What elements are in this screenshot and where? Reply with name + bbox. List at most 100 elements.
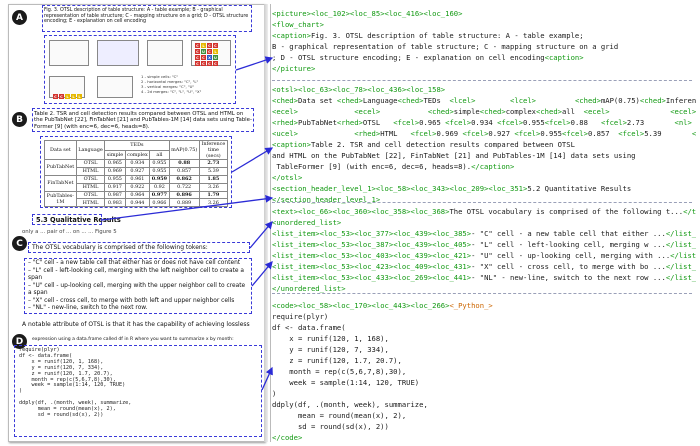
table-caption-box (32, 108, 254, 132)
figure-caption-box (42, 5, 252, 32)
table-cell: OTSL (75, 159, 106, 168)
figure-box: 1 - simple cells: "C" 2 - horizontal mer… (44, 35, 236, 104)
markup-line: <unordered_list> (272, 218, 342, 227)
markup-line: <text><loc_66><loc_360><loc_358><loc_368… (272, 207, 696, 216)
table-cell: 0.889 (168, 198, 200, 208)
notable-text: A notable attribute of OTSL is that it h… (22, 321, 250, 328)
otsl-token: C (53, 94, 58, 99)
otsl-token: L (77, 94, 82, 99)
table-header-cell: all (149, 149, 170, 160)
grid-cell: C (201, 61, 206, 66)
markup-code-block: <code><loc_58><loc_170><loc_443><loc_266… (272, 300, 696, 443)
grid-cell: U (213, 55, 218, 60)
table-cell: 0.955 (149, 166, 170, 176)
vocab-intro-box (28, 242, 250, 253)
grid-cell: U (201, 49, 206, 54)
markup-line: <flow_chart> (272, 20, 324, 29)
markup-line: <ched>Data set <ched>Language<ched>TEDs … (272, 96, 696, 105)
markup-line: y = runif(120, 7, 334), (272, 345, 389, 354)
markup-line: TableFormer [9] (with enc=6, dec=6, head… (272, 162, 515, 171)
markup-text-block: <text><loc_66><loc_360><loc_358><loc_368… (272, 206, 696, 294)
markup-otsl-block: <otsl><loc_63><loc_78><loc_436><loc_158>… (272, 84, 696, 205)
badge-c: C (12, 236, 27, 251)
table-cell: 0.917 (104, 182, 126, 192)
markup-line: <rhed>PubTabNet<rhed>OTSL <fcel>0.965 <f… (272, 118, 692, 127)
table-cell: PubTabNet (44, 159, 77, 176)
figure-panel-b (97, 40, 139, 66)
table-cell: 0.92 (149, 182, 170, 192)
grid-cell: C (195, 49, 200, 54)
grid-cell: C (195, 55, 200, 60)
table-cell: 2.73 (198, 159, 229, 168)
table-cell: 0.959 (149, 174, 170, 184)
table-cell: 0.961 (124, 174, 151, 184)
grid-cell: C (207, 49, 212, 54)
grid-cell: C (213, 43, 218, 48)
table-cell: 0.896 (168, 190, 200, 200)
table-header-cell: mAP(0.75) (168, 140, 200, 160)
grid-cell: L (201, 43, 206, 48)
table-cell: 0.955 (149, 159, 170, 168)
table-cell: 0.927 (124, 166, 151, 176)
markup-line: <caption>Fig. 3. OTSL description of tab… (272, 31, 588, 40)
markup-line: <list_item><loc_53><loc_433><loc_269><lo… (272, 273, 696, 282)
markup-line: </picture> (272, 64, 316, 73)
page-shadow (264, 4, 268, 442)
legend-line: 4 - 2d merges: "C", "L", "U", "X" (141, 89, 202, 94)
markup-line: <list_item><loc_53><loc_423><loc_409><lo… (272, 262, 696, 271)
cut-off-text: only a ... pair of ... on ... ... Figure… (22, 229, 117, 235)
table-cell: 0.862 (168, 174, 200, 184)
grid-cell: C (195, 61, 200, 66)
figure-legend: 1 - simple cells: "C" 2 - horizontal mer… (141, 74, 201, 94)
separator (272, 293, 692, 294)
markup-line: <ecel> <ecel> <ched>simple<ched>complex<… (272, 107, 696, 116)
table-cell: 0.722 (168, 182, 200, 192)
table-cell: OTSL (75, 174, 106, 184)
markup-line: <code><loc_58><loc_170><loc_443><loc_266… (272, 301, 493, 310)
table-cell: 0.977 (149, 190, 170, 200)
grid-cell: C (195, 43, 200, 48)
table-cell: HTML (75, 198, 106, 208)
separator (272, 202, 692, 203)
table-cell: 0.969 (104, 166, 126, 176)
table-cell: 0.983 (104, 198, 126, 208)
table-cell: 5.39 (198, 166, 229, 176)
markup-line: ) (272, 389, 277, 398)
list-item: – "X" cell - cross cell, to merge with b… (28, 297, 235, 304)
markup-line: week = sample(1:14, 120, TRUE) (272, 378, 420, 387)
markup-line: z = runif(120, 1.7, 20.7), (272, 356, 402, 365)
grid-cell: C (207, 43, 212, 48)
otsl-token: C (59, 94, 64, 99)
grid-cell: C (207, 61, 212, 66)
markup-line: <section_header_level_1><loc_58><loc_343… (272, 184, 632, 193)
markup-line: x = runif(120, 1, 168), (272, 334, 389, 343)
otsl-token: L (71, 94, 76, 99)
table-cell: 0.944 (124, 198, 151, 208)
markup-line: </otsl> (272, 173, 303, 182)
markup-line: mean = round(mean(x), 2), (272, 411, 407, 420)
code-block: require(plyr) df <- data.frame( x = runi… (14, 345, 262, 437)
markup-line: require(plyr) (272, 312, 329, 321)
table-header-cell: Data set (44, 140, 77, 160)
table-cell: 1.79 (198, 190, 229, 200)
table-header-cell: TEDs (104, 140, 170, 151)
markup-line: ddply(df, .(month, week), summarize, (272, 400, 428, 409)
table-cell: HTML (75, 182, 106, 192)
table-row: PubTables-1M OTSL 0.987 0.964 0.977 0.896 1.79 (44, 190, 229, 208)
table-cell: 0.966 (149, 198, 170, 208)
table-header-cell: Language (75, 140, 106, 160)
table-cell: OTSL (75, 190, 106, 200)
markup-line: month = rep(c(5,6,7,8),30), (272, 367, 407, 376)
markup-line: <otsl><loc_63><loc_78><loc_436><loc_158> (272, 85, 446, 94)
figure-panel-e2 (97, 76, 133, 98)
table-cell: 3.26 (198, 182, 229, 192)
table-cell: 0.934 (124, 159, 151, 168)
markup-line: ; D - OTSL structure encoding; E - expla… (272, 53, 584, 62)
table-cell: 0.987 (104, 190, 126, 200)
figure-panel-c (147, 40, 183, 66)
markup-line: B - graphical representation of table st… (272, 42, 619, 51)
table-cell: 0.88 (168, 159, 200, 168)
separator (272, 80, 692, 81)
table-row: PubTabNet OTSL 0.965 0.934 0.955 0.88 2.73 (44, 159, 229, 176)
markup-line: <list_item><loc_53><loc_387><loc_439><lo… (272, 240, 696, 249)
